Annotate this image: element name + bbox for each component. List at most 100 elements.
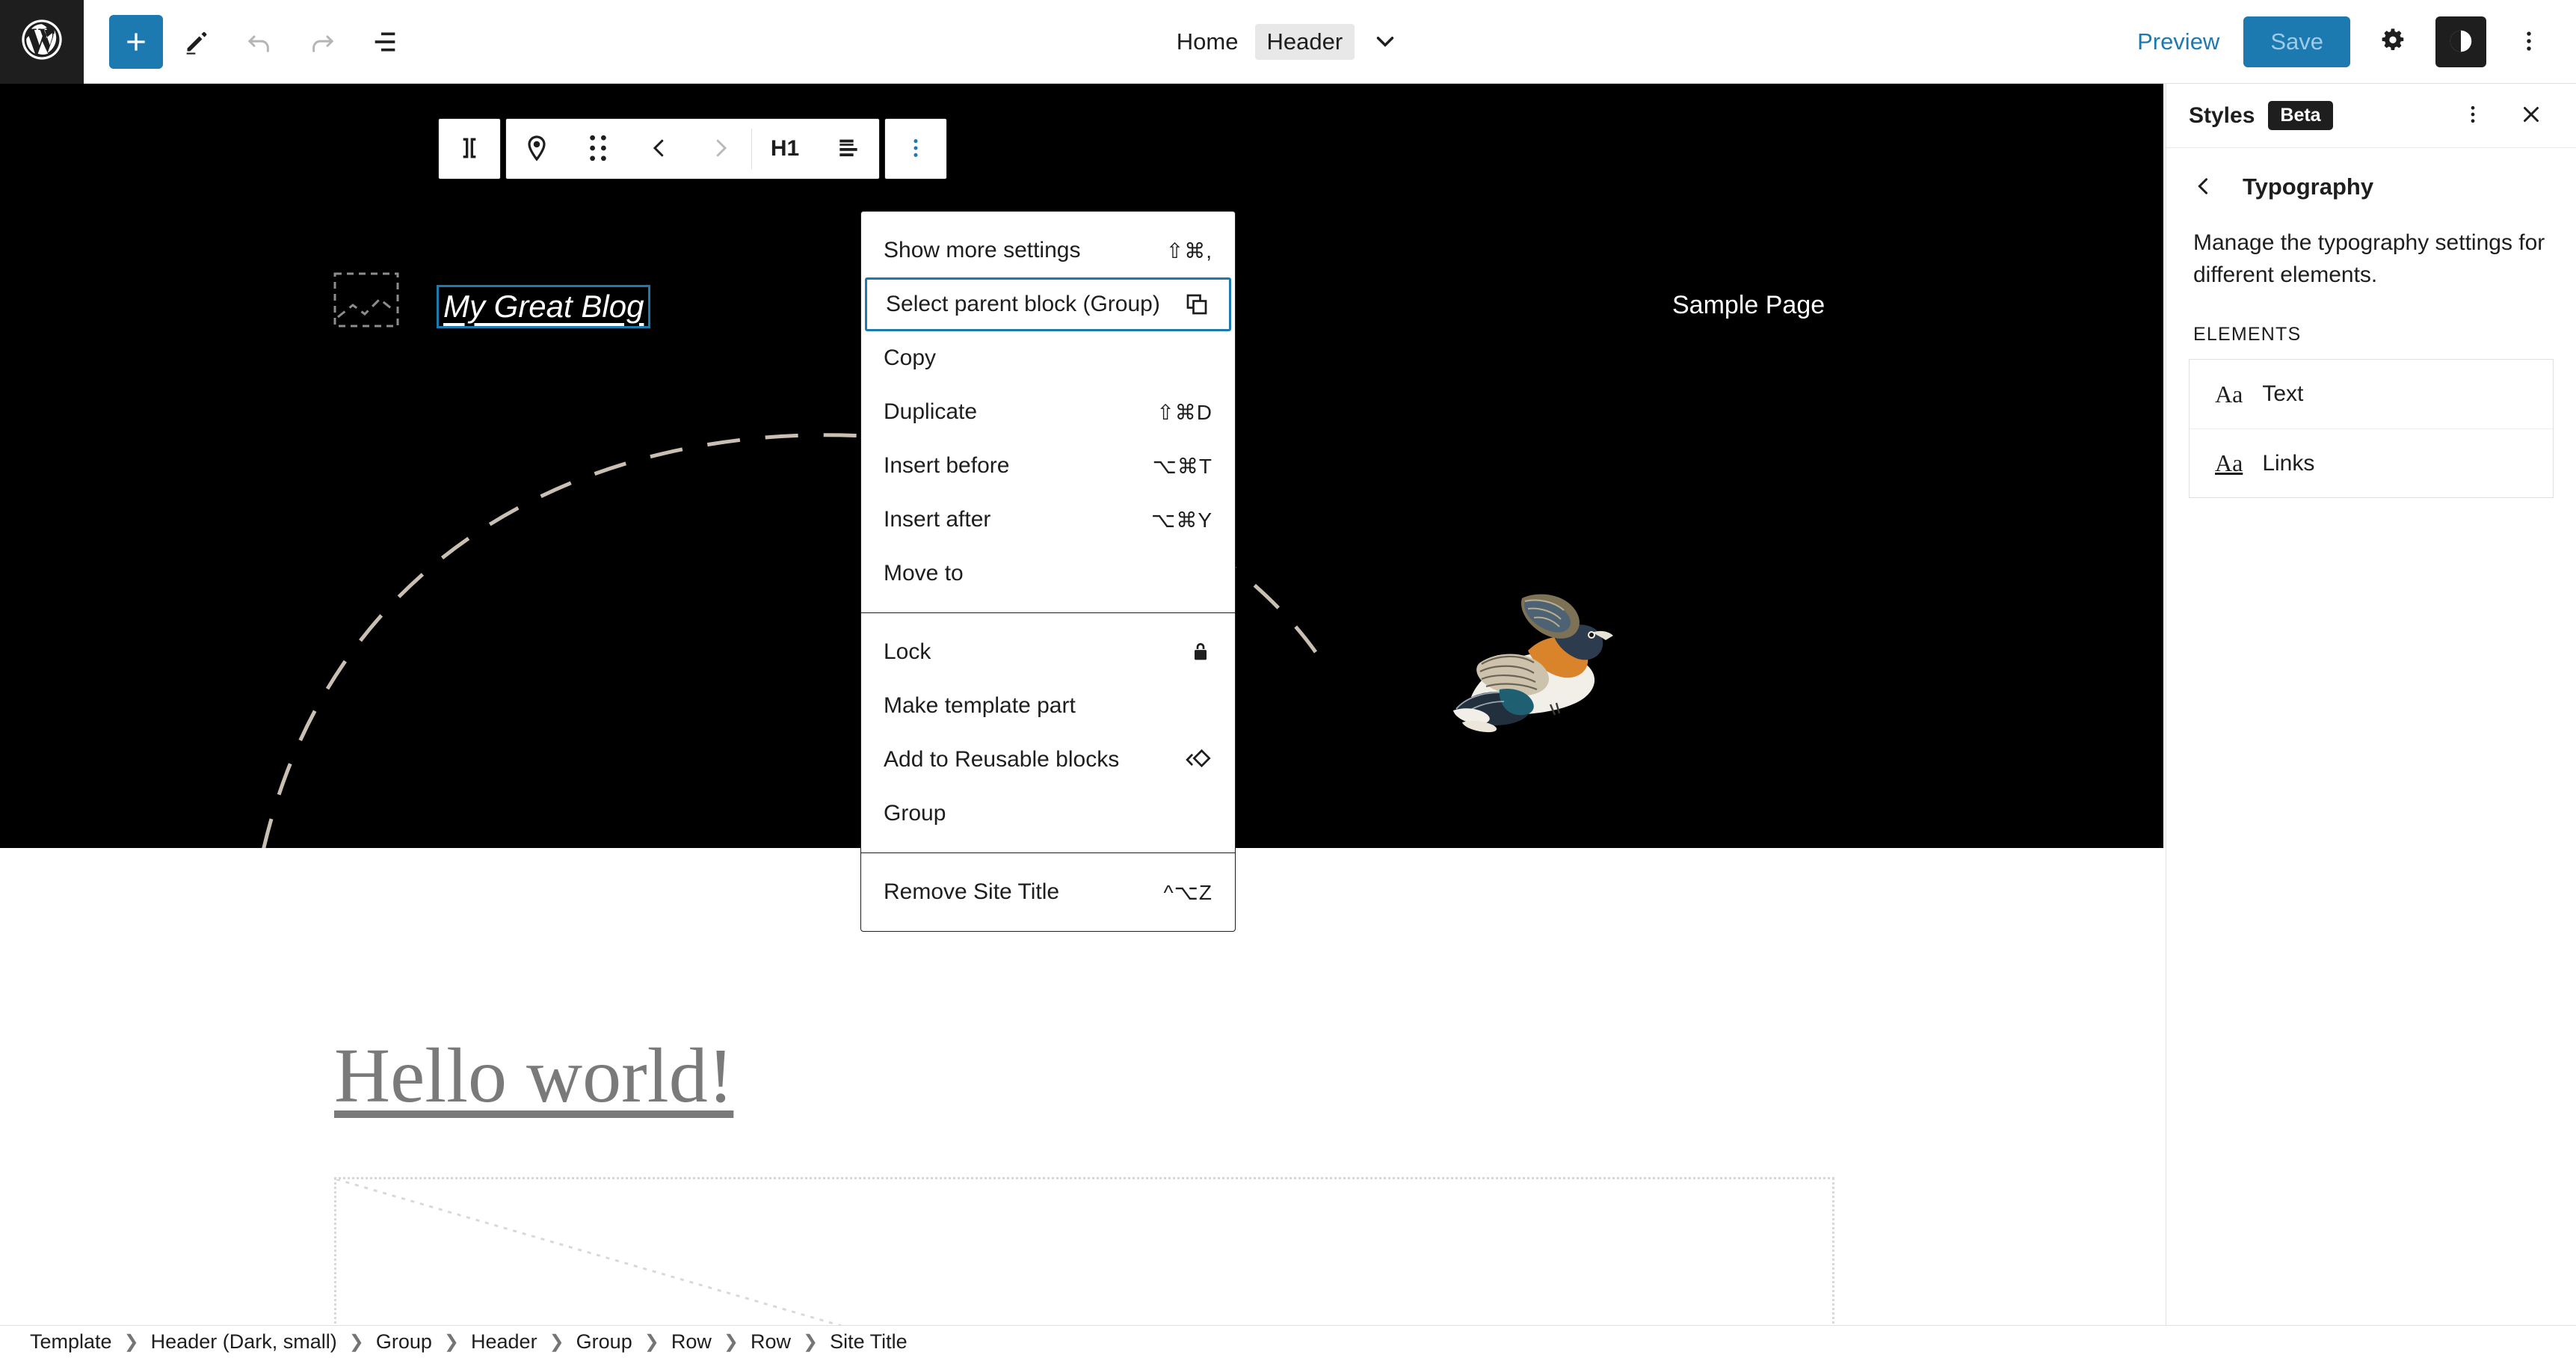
app-root: Home Header Preview Save xyxy=(0,0,2576,1358)
menu-item-label: Insert before xyxy=(884,453,1009,479)
menu-item-shortcut: ⇧⌘D xyxy=(1156,400,1212,425)
tools-edit-button[interactable] xyxy=(167,13,226,71)
settings-button[interactable] xyxy=(2365,14,2421,70)
select-parent-block-button[interactable] xyxy=(439,119,500,179)
top-bar-left-tools xyxy=(84,13,414,71)
placeholder-diagonal-line xyxy=(336,1179,1832,1325)
move-previous-button[interactable] xyxy=(629,119,690,179)
menu-item-insert-before[interactable]: Insert before ⌥⌘T xyxy=(861,439,1235,493)
breadcrumb-separator: ❯ xyxy=(644,1331,659,1353)
save-button[interactable]: Save xyxy=(2243,16,2350,67)
drag-handle-button[interactable] xyxy=(567,119,629,179)
breadcrumb-current: Header xyxy=(1255,24,1355,60)
align-text-icon xyxy=(833,133,863,165)
redo-icon xyxy=(306,26,338,58)
menu-item-remove-site-title[interactable]: Remove Site Title ^⌥Z xyxy=(861,865,1235,919)
breadcrumb-home: Home xyxy=(1177,28,1239,55)
list-view-button[interactable] xyxy=(356,13,414,71)
sidebar-panel-title: Typography xyxy=(2243,173,2373,200)
block-type-button[interactable] xyxy=(506,119,567,179)
menu-item-group[interactable]: Group xyxy=(861,787,1235,841)
move-next-button[interactable] xyxy=(690,119,751,179)
chevron-right-icon xyxy=(707,135,734,164)
menu-item-label: Move to xyxy=(884,561,964,586)
dropdown-section-2: Lock Make template part Add to Reusable … xyxy=(861,612,1235,852)
breadcrumb-item-header-dark-small[interactable]: Header (Dark, small) xyxy=(151,1330,337,1354)
menu-item-shortcut: ⌥⌘T xyxy=(1153,454,1212,479)
nav-link-sample-page[interactable]: Sample Page xyxy=(1672,291,1825,320)
location-pin-icon xyxy=(522,133,552,165)
chevron-down-icon xyxy=(1371,26,1399,58)
menu-item-label: Make template part xyxy=(884,693,1076,719)
breadcrumb-item-group-1[interactable]: Group xyxy=(376,1330,432,1354)
breadcrumb-separator: ❯ xyxy=(124,1331,139,1353)
menu-item-label: Add to Reusable blocks xyxy=(884,747,1119,772)
site-title-block[interactable]: My Great Blog xyxy=(439,287,648,326)
styles-sidebar: Styles Beta Typography Manage t xyxy=(2166,84,2576,1325)
flying-bird-illustration xyxy=(1368,570,1615,757)
sidebar-more-options-button[interactable] xyxy=(2450,93,2495,138)
menu-item-add-to-reusable-blocks[interactable]: Add to Reusable blocks xyxy=(861,733,1235,787)
menu-item-show-more-settings[interactable]: Show more settings ⇧⌘, xyxy=(861,224,1235,277)
text-align-button[interactable] xyxy=(818,119,879,179)
top-bar-right-tools: Preview Save xyxy=(2128,0,2557,84)
chevron-left-icon xyxy=(646,135,673,164)
menu-item-insert-after[interactable]: Insert after ⌥⌘Y xyxy=(861,493,1235,547)
post-title-hello-world[interactable]: Hello world! xyxy=(334,1031,733,1120)
menu-item-shortcut: ^⌥Z xyxy=(1163,880,1212,905)
elements-section-label: ELEMENTS xyxy=(2166,291,2576,345)
document-dropdown-button[interactable] xyxy=(1371,26,1399,58)
dropdown-section-3: Remove Site Title ^⌥Z xyxy=(861,852,1235,931)
add-block-button[interactable] xyxy=(109,15,163,69)
menu-item-label: Select parent block (Group) xyxy=(886,292,1160,317)
menu-item-label: Duplicate xyxy=(884,399,977,425)
select-parent-block-icon xyxy=(455,133,484,165)
site-logo-placeholder-icon[interactable] xyxy=(333,272,399,328)
styles-toggle-button[interactable] xyxy=(2435,16,2486,67)
menu-item-make-template-part[interactable]: Make template part xyxy=(861,679,1235,733)
preview-button[interactable]: Preview xyxy=(2128,21,2228,63)
list-view-icon xyxy=(370,27,400,57)
redo-button[interactable] xyxy=(293,13,351,71)
breadcrumb-item-row-2[interactable]: Row xyxy=(751,1330,791,1354)
more-options-button[interactable] xyxy=(2501,14,2557,70)
breadcrumb-item-group-2[interactable]: Group xyxy=(576,1330,632,1354)
breadcrumb-item-template[interactable]: Template xyxy=(30,1330,112,1354)
sidebar-header: Styles Beta xyxy=(2166,84,2576,148)
breadcrumb-item-site-title[interactable]: Site Title xyxy=(830,1330,908,1354)
heading-level-button[interactable]: H1 xyxy=(752,119,818,179)
undo-icon xyxy=(244,26,275,58)
pencil-icon xyxy=(182,27,212,57)
block-more-options-button[interactable] xyxy=(885,119,946,179)
element-label: Text xyxy=(2262,381,2303,407)
breadcrumb-separator: ❯ xyxy=(724,1331,739,1353)
menu-item-duplicate[interactable]: Duplicate ⇧⌘D xyxy=(861,385,1235,439)
breadcrumb-item-row-1[interactable]: Row xyxy=(671,1330,712,1354)
element-row-text[interactable]: Aa Text xyxy=(2190,360,2553,428)
sidebar-panel-description: Manage the typography settings for diffe… xyxy=(2166,212,2576,291)
menu-item-label: Lock xyxy=(884,639,931,665)
gear-icon xyxy=(2378,26,2408,58)
wordpress-logo-icon xyxy=(18,16,66,67)
link-aa-icon: Aa xyxy=(2215,449,2243,477)
lock-icon xyxy=(1189,640,1212,664)
undo-button[interactable] xyxy=(230,13,289,71)
plus-icon xyxy=(121,27,151,57)
kebab-vertical-icon xyxy=(2516,28,2542,56)
select-parent-block-icon xyxy=(1183,291,1210,318)
sidebar-panel-nav: Typography xyxy=(2166,148,2576,212)
wordpress-logo-button[interactable] xyxy=(0,0,84,84)
chevron-left-icon xyxy=(2191,173,2216,201)
element-row-links[interactable]: Aa Links xyxy=(2190,428,2553,497)
breadcrumb-item-header[interactable]: Header xyxy=(471,1330,537,1354)
menu-item-label: Insert after xyxy=(884,507,990,532)
menu-item-move-to[interactable]: Move to xyxy=(861,547,1235,600)
text-aa-icon: Aa xyxy=(2215,381,2243,408)
sidebar-back-button[interactable] xyxy=(2186,169,2222,205)
menu-item-lock[interactable]: Lock xyxy=(861,625,1235,679)
content-placeholder-box[interactable] xyxy=(334,1177,1834,1325)
contrast-circle-icon xyxy=(2447,27,2475,58)
sidebar-close-button[interactable] xyxy=(2509,93,2554,138)
menu-item-select-parent-block[interactable]: Select parent block (Group) xyxy=(865,277,1231,331)
menu-item-copy[interactable]: Copy xyxy=(861,331,1235,385)
